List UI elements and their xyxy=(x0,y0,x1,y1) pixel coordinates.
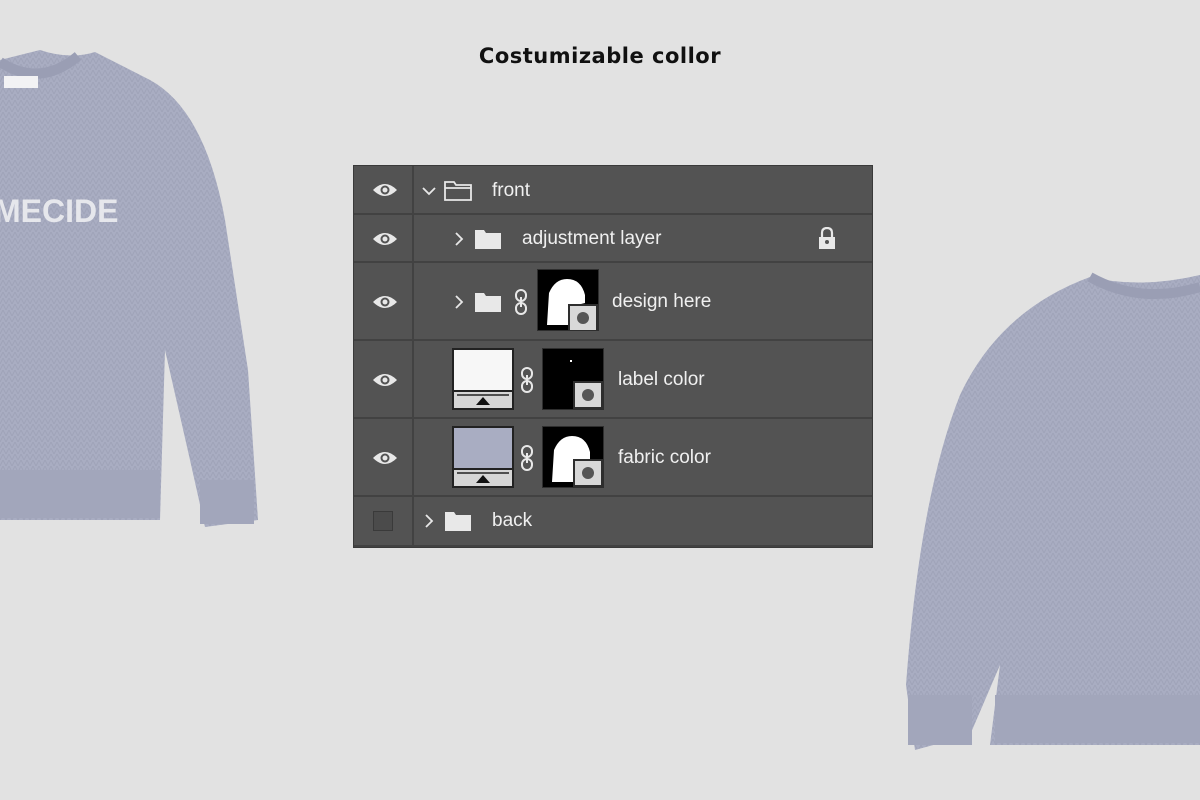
sweater-back-image xyxy=(906,272,1200,750)
layer-mask-thumbnail[interactable] xyxy=(537,269,599,331)
layer-row-back[interactable]: back xyxy=(354,497,872,547)
link-icon[interactable] xyxy=(514,289,528,315)
layer-row-adjustment-layer[interactable]: adjustment layer xyxy=(354,215,872,263)
fill-swatch-thumbnail[interactable] xyxy=(452,426,514,488)
layers-panel: front adjustment layer design here label… xyxy=(353,165,873,548)
sweater-print-text: MECIDE xyxy=(0,193,118,229)
visibility-column xyxy=(354,215,414,261)
chevron-right-icon[interactable] xyxy=(452,295,466,309)
layer-name: back xyxy=(492,510,533,531)
layer-mask-thumbnail[interactable] xyxy=(542,426,604,488)
link-icon[interactable] xyxy=(520,445,534,471)
layer-name: design here xyxy=(612,291,712,312)
eye-icon[interactable] xyxy=(372,371,398,389)
folder-icon xyxy=(445,512,471,531)
layer-mask-thumbnail[interactable] xyxy=(542,348,604,410)
eye-icon[interactable] xyxy=(372,230,398,248)
folder-icon xyxy=(475,230,501,249)
layer-row-fabric-color[interactable]: fabric color xyxy=(354,419,872,497)
chevron-right-icon[interactable] xyxy=(452,232,466,246)
folder-icon xyxy=(475,293,501,312)
layer-row-design-here[interactable]: design here xyxy=(354,263,872,341)
layer-row-label-color[interactable]: label color xyxy=(354,341,872,419)
visibility-column xyxy=(354,263,414,339)
eye-icon[interactable] xyxy=(372,181,398,199)
visibility-column xyxy=(354,419,414,495)
eye-icon[interactable] xyxy=(372,449,398,467)
visibility-column xyxy=(354,341,414,417)
visibility-column xyxy=(354,497,414,545)
layer-name: fabric color xyxy=(618,447,711,468)
sweater-front-image: MECIDE xyxy=(0,50,258,527)
visibility-toggle-off[interactable] xyxy=(373,511,393,531)
layer-name: adjustment layer xyxy=(522,228,662,249)
fill-swatch-thumbnail[interactable] xyxy=(452,348,514,410)
lock-icon xyxy=(819,227,835,249)
visibility-column xyxy=(354,166,414,213)
chevron-down-icon[interactable] xyxy=(422,184,436,198)
layer-row-front[interactable]: front xyxy=(354,166,872,215)
folder-open-icon xyxy=(444,181,472,201)
layer-name: front xyxy=(492,180,531,201)
layer-name: label color xyxy=(618,369,705,390)
chevron-right-icon[interactable] xyxy=(422,514,436,528)
eye-icon[interactable] xyxy=(372,293,398,311)
link-icon[interactable] xyxy=(520,367,534,393)
